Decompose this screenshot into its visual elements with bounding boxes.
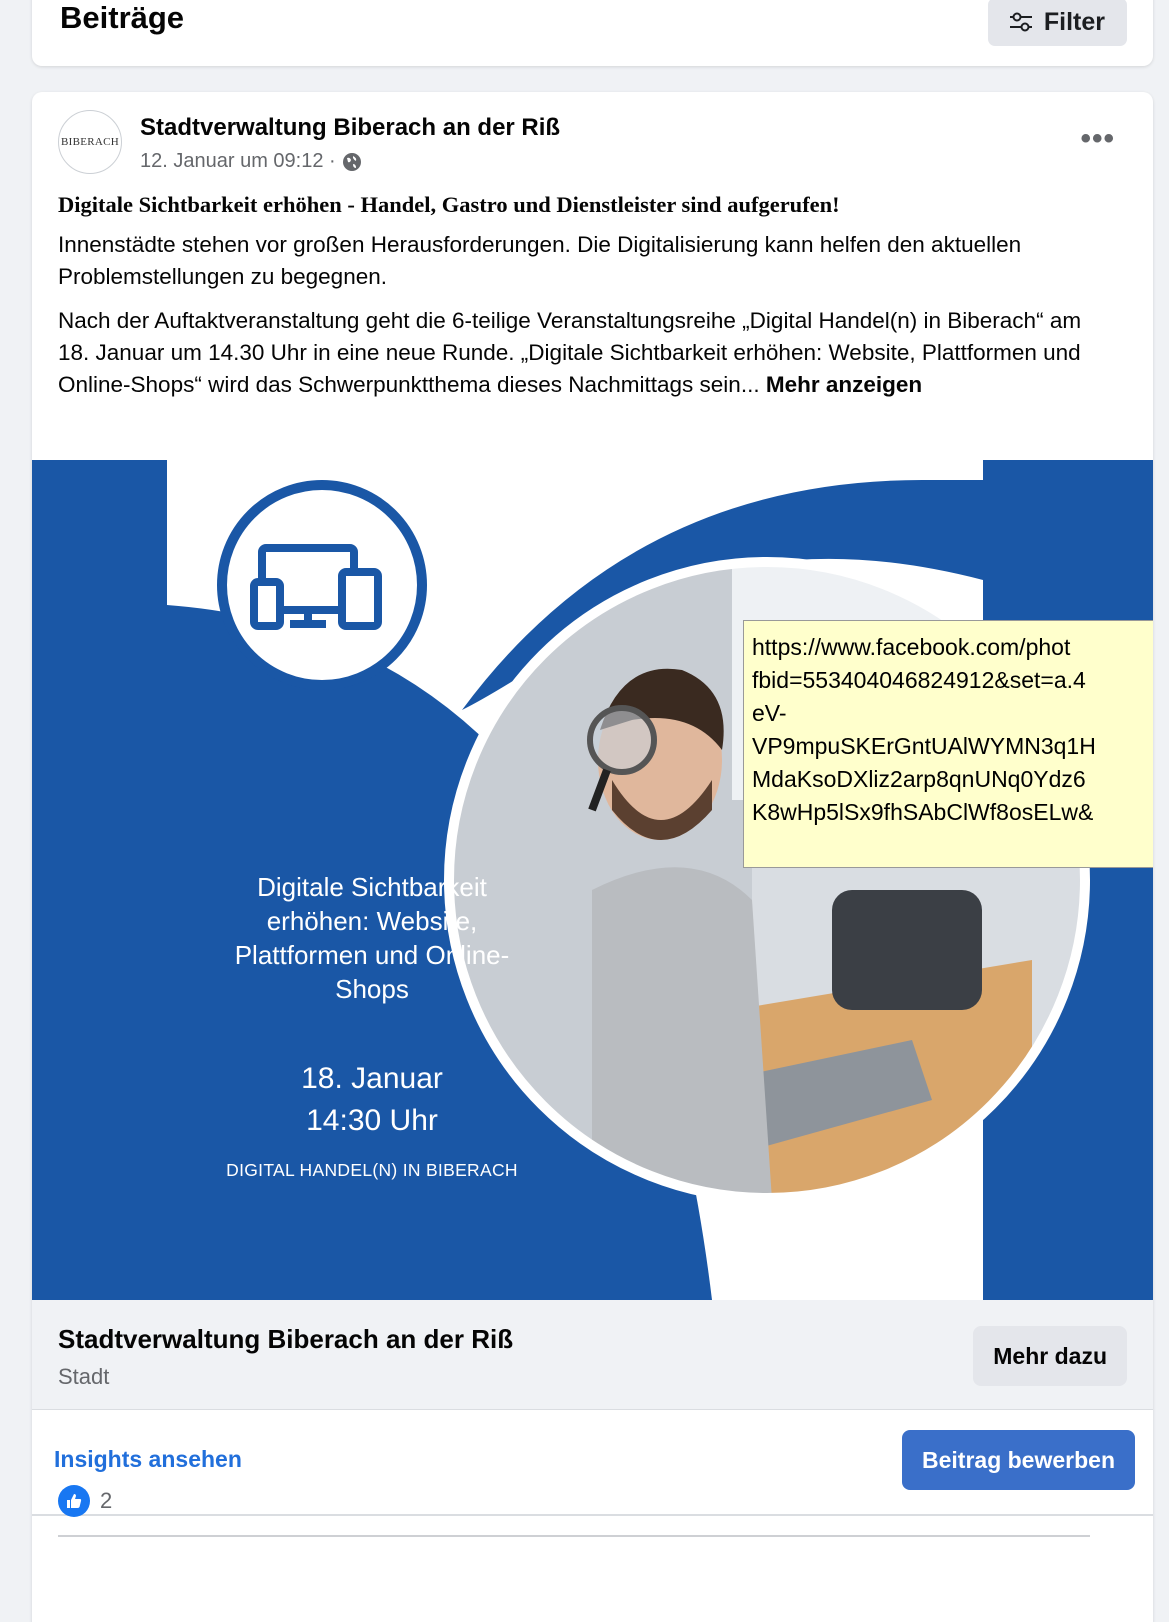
sliders-icon	[1009, 12, 1032, 32]
boost-post-button[interactable]: Beitrag bewerben	[902, 1430, 1135, 1490]
avatar[interactable]: BIBERACH	[58, 110, 122, 174]
section-header-card: Beiträge Filter	[32, 0, 1153, 66]
reactions-divider	[58, 1535, 1090, 1537]
post-paragraph-1: Innenstädte stehen vor großen Herausford…	[58, 232, 1022, 289]
filter-button[interactable]: Filter	[987, 0, 1127, 46]
globe-icon	[342, 152, 361, 171]
post-card: BIBERACH Stadtverwaltung Biberach an der…	[32, 92, 1153, 1622]
post-paragraph-2-text: Nach der Auftaktveranstaltung geht die 6…	[58, 308, 1082, 397]
post-date[interactable]: 12. Januar um 09:12 ·	[140, 150, 336, 173]
avatar-logo-text: BIBERACH	[60, 136, 120, 148]
section-title: Beiträge	[60, 0, 185, 35]
post-paragraph-2: Nach der Auftaktveranstaltung geht die 6…	[58, 305, 1088, 401]
like-icon	[58, 1485, 90, 1517]
post-image[interactable]: Digitale Sichtbarkeit erhöhen: Website, …	[32, 460, 1153, 1300]
learn-more-button[interactable]: Mehr dazu	[973, 1326, 1127, 1386]
poster-date: 18. Januar	[301, 1062, 443, 1095]
post-meta: 12. Januar um 09:12 ·	[140, 150, 362, 173]
more-options-icon[interactable]: •••	[1080, 122, 1115, 156]
see-more-link[interactable]: Mehr anzeigen	[766, 372, 922, 397]
post-headline: Digitale Sichtbarkeit erhöhen - Handel, …	[58, 192, 840, 217]
post-author[interactable]: Stadtverwaltung Biberach an der Riß	[140, 114, 560, 142]
poster-artwork	[167, 460, 1090, 1300]
link-title: Stadtverwaltung Biberach an der Riß	[58, 1324, 514, 1354]
reactions-summary[interactable]: 2	[58, 1485, 112, 1517]
link-preview[interactable]: Stadtverwaltung Biberach an der Riß Stad…	[32, 1300, 1153, 1410]
poster-time: 14:30 Uhr	[306, 1104, 438, 1137]
poster-tagline: DIGITAL HANDEL(N) IN BIBERACH	[226, 1160, 518, 1180]
link-subtitle: Stadt	[58, 1364, 110, 1389]
reaction-count: 2	[100, 1488, 113, 1513]
view-insights-link[interactable]: Insights ansehen	[54, 1446, 242, 1473]
post-actions-bar: Insights ansehen Beitrag bewerben	[32, 1410, 1153, 1516]
poster-datetime: 18. Januar 14:30 Uhr	[207, 1058, 537, 1142]
filter-label: Filter	[1043, 7, 1105, 36]
url-tooltip: https://www.facebook.com/phot fbid=55340…	[743, 620, 1153, 868]
poster-title: Digitale Sichtbarkeit erhöhen: Website, …	[234, 872, 510, 1004]
